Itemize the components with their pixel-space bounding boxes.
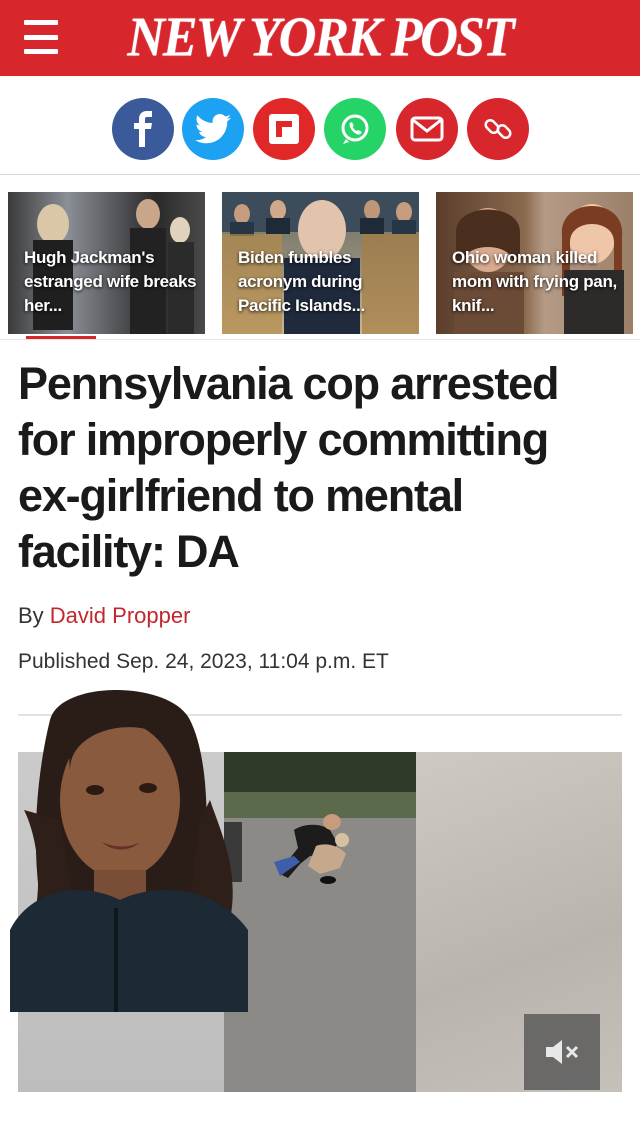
facebook-icon	[134, 111, 152, 147]
related-story-2[interactable]: Biden fumbles acronym during Pacific Isl…	[222, 192, 419, 334]
link-icon	[484, 118, 512, 140]
speaker-muted-icon	[546, 1040, 579, 1064]
article-headline: Pennsylvania cop arrested for improperly…	[18, 358, 559, 577]
byline: By David Propper	[18, 603, 190, 629]
related-story-caption: Biden fumbles acronym during Pacific Isl…	[238, 248, 365, 315]
whatsapp-share-button[interactable]	[324, 98, 386, 160]
video-frame	[224, 752, 416, 1092]
twitter-share-button[interactable]	[182, 98, 244, 160]
divider	[0, 339, 640, 340]
share-bar	[0, 76, 640, 175]
flipboard-icon	[269, 114, 299, 144]
site-header: NEW YORK POST	[0, 0, 640, 76]
byline-prefix: By	[18, 603, 50, 628]
email-icon	[410, 116, 444, 142]
related-story-3[interactable]: Ohio woman killed mom with frying pan, k…	[436, 192, 633, 334]
twitter-icon	[195, 114, 231, 144]
whatsapp-icon	[341, 114, 369, 144]
presenter-overlay-image	[10, 690, 248, 1012]
hamburger-menu-icon[interactable]	[24, 20, 58, 54]
related-story-caption: Hugh Jackman's estranged wife breaks her…	[24, 248, 197, 315]
email-share-button[interactable]	[396, 98, 458, 160]
facebook-share-button[interactable]	[112, 98, 174, 160]
copy-link-share-button[interactable]	[467, 98, 529, 160]
flipboard-share-button[interactable]	[253, 98, 315, 160]
author-link[interactable]: David Propper	[50, 603, 191, 628]
related-story-caption: Ohio woman killed mom with frying pan, k…	[452, 248, 617, 315]
published-timestamp: Published Sep. 24, 2023, 11:04 p.m. ET	[18, 650, 389, 673]
related-story-1[interactable]: Hugh Jackman's estranged wife breaks her…	[8, 192, 205, 334]
mute-button[interactable]	[524, 1014, 600, 1090]
site-logo[interactable]: NEW YORK POST	[110, 3, 530, 72]
